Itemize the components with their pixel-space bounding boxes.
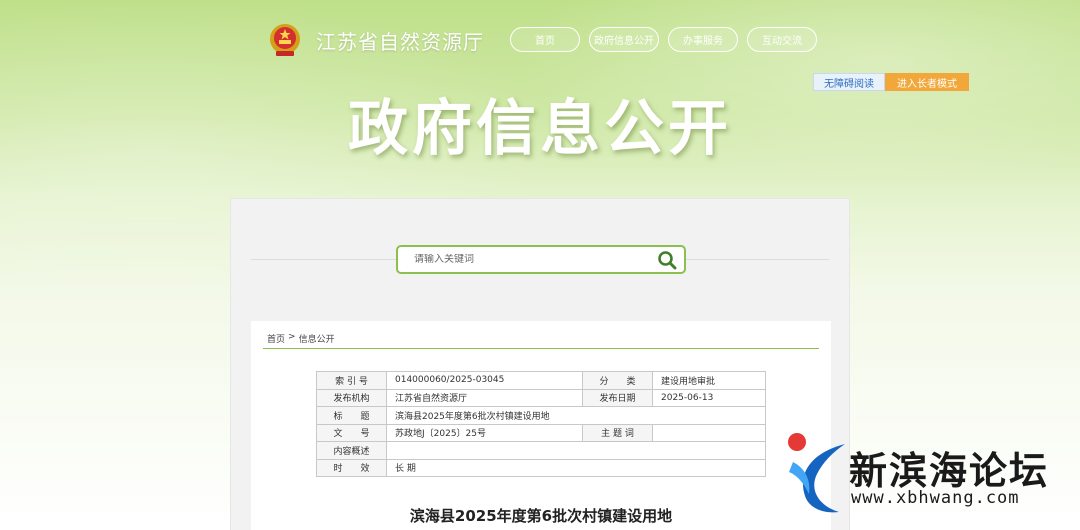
search-icon[interactable] bbox=[650, 247, 684, 272]
table-row: 索 引 号 014000060/2025-03045 分 类 建设用地审批 bbox=[316, 371, 766, 390]
summary-value bbox=[386, 441, 766, 460]
watermark-url: www.xbhwang.com bbox=[851, 488, 1020, 508]
search-input[interactable] bbox=[398, 254, 650, 265]
table-row: 文 号 苏政地J〔2025〕25号 主 题 词 bbox=[316, 423, 766, 442]
nav-services[interactable]: 办事服务 bbox=[668, 27, 738, 52]
search-box bbox=[396, 245, 686, 274]
category-label: 分 类 bbox=[582, 371, 653, 390]
index-label: 索 引 号 bbox=[316, 371, 387, 390]
banner-title: 政府信息公开 bbox=[348, 94, 732, 164]
forum-logo-icon bbox=[788, 433, 845, 513]
breadcrumb-current[interactable]: 信息公开 bbox=[299, 332, 335, 345]
validity-label: 时 效 bbox=[316, 458, 387, 477]
category-value: 建设用地审批 bbox=[652, 371, 766, 390]
docno-label: 文 号 bbox=[316, 423, 387, 442]
breadcrumb-divider bbox=[263, 348, 819, 349]
document-meta-table: 索 引 号 014000060/2025-03045 分 类 建设用地审批 发布… bbox=[316, 371, 766, 477]
nav-home[interactable]: 首页 bbox=[510, 27, 580, 52]
nav-interaction[interactable]: 互动交流 bbox=[747, 27, 817, 52]
forum-watermark: 新滨海论坛 www.xbhwang.com bbox=[783, 428, 1073, 518]
subject-label: 主 题 词 bbox=[582, 423, 653, 442]
table-row: 标 题 滨海县2025年度第6批次村镇建设用地 bbox=[316, 406, 766, 425]
issuer-label: 发布机构 bbox=[316, 388, 387, 407]
document-title: 滨海县2025年度第6批次村镇建设用地 bbox=[409, 507, 673, 525]
content-area: 首页 > 信息公开 索 引 号 014000060/2025-03045 分 类… bbox=[251, 321, 831, 530]
date-label: 发布日期 bbox=[582, 388, 653, 407]
date-value: 2025-06-13 bbox=[652, 388, 766, 407]
validity-value: 长 期 bbox=[386, 458, 766, 477]
watermark-text: 新滨海论坛 bbox=[849, 449, 1050, 493]
breadcrumb-separator: > bbox=[288, 332, 296, 342]
site-header: 江苏省自然资源厅 bbox=[268, 22, 484, 58]
main-nav: 首页 政府信息公开 办事服务 互动交流 bbox=[510, 27, 817, 52]
title-label: 标 题 bbox=[316, 406, 387, 425]
nav-gov-info[interactable]: 政府信息公开 bbox=[589, 27, 659, 52]
breadcrumb: 首页 > 信息公开 bbox=[267, 332, 335, 345]
summary-label: 内容概述 bbox=[316, 441, 387, 460]
issuer-value: 江苏省自然资源厅 bbox=[386, 388, 583, 407]
subject-value bbox=[652, 423, 766, 442]
title-value: 滨海县2025年度第6批次村镇建设用地 bbox=[386, 406, 766, 425]
breadcrumb-home[interactable]: 首页 bbox=[267, 332, 285, 345]
site-title[interactable]: 江苏省自然资源厅 bbox=[316, 26, 484, 55]
national-emblem-icon[interactable] bbox=[268, 22, 302, 58]
table-row: 时 效 长 期 bbox=[316, 458, 766, 477]
table-row: 发布机构 江苏省自然资源厅 发布日期 2025-06-13 bbox=[316, 388, 766, 407]
index-value: 014000060/2025-03045 bbox=[386, 371, 583, 390]
table-row: 内容概述 bbox=[316, 441, 766, 460]
docno-value: 苏政地J〔2025〕25号 bbox=[386, 423, 583, 442]
main-panel: 首页 > 信息公开 索 引 号 014000060/2025-03045 分 类… bbox=[230, 198, 850, 530]
